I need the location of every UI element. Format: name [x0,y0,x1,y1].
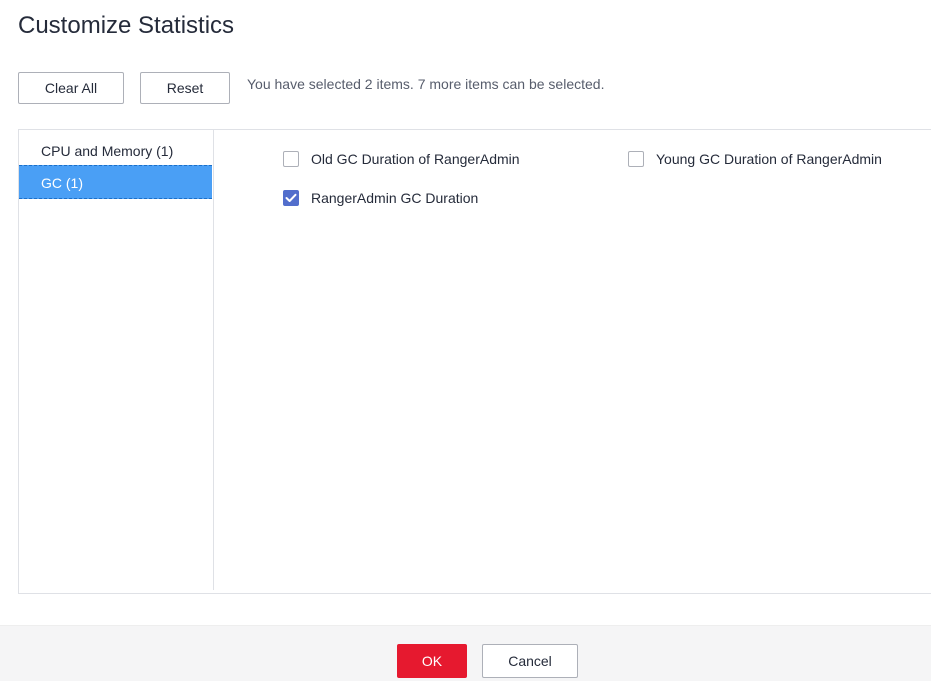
ok-button[interactable]: OK [397,644,467,678]
statistics-panel: CPU and Memory (1) GC (1) Old GC Duratio… [18,129,931,594]
dialog-title: Customize Statistics [18,12,235,39]
option-label: Old GC Duration of RangerAdmin [311,151,520,167]
toolbar: Clear All Reset You have selected 2 item… [18,72,604,104]
cancel-button[interactable]: Cancel [482,644,578,678]
clear-all-button[interactable]: Clear All [18,72,124,104]
checkbox[interactable] [283,151,299,167]
category-sidebar: CPU and Memory (1) GC (1) [19,130,214,590]
option-label: RangerAdmin GC Duration [311,190,479,206]
sidebar-item-cpu-and-memory[interactable]: CPU and Memory (1) [19,134,212,168]
selection-hint: You have selected 2 items. 7 more items … [247,76,605,92]
option-old-gc-duration[interactable]: Old GC Duration of RangerAdmin [283,151,520,167]
option-label: Young GC Duration of RangerAdmin [656,151,882,167]
option-young-gc-duration[interactable]: Young GC Duration of RangerAdmin [628,151,882,167]
reset-button[interactable]: Reset [140,72,230,104]
dialog-footer: OK Cancel [0,625,931,681]
sidebar-item-gc[interactable]: GC (1) [19,165,212,199]
check-icon [285,193,297,202]
checkbox-checked[interactable] [283,190,299,206]
checkbox[interactable] [628,151,644,167]
option-rangeradmin-gc-duration[interactable]: RangerAdmin GC Duration [283,190,478,206]
